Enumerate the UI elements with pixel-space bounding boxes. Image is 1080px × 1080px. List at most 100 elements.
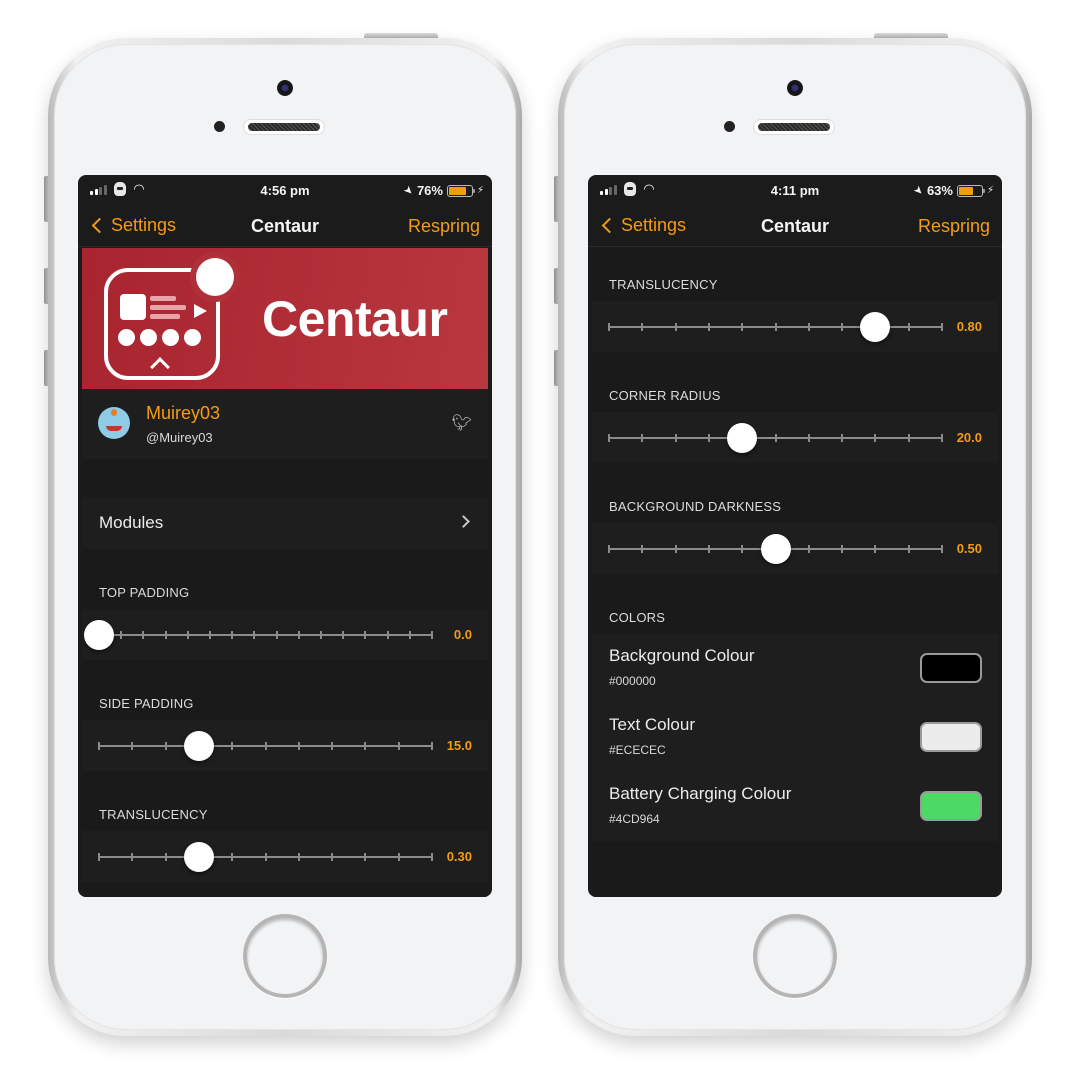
slider-tick	[641, 545, 644, 553]
corner-radius-slider[interactable]	[608, 423, 943, 453]
slider-thumb[interactable]	[183, 731, 214, 761]
banner-title: Centaur	[262, 291, 448, 347]
slider-tick	[264, 853, 267, 861]
slider-tick	[297, 742, 300, 750]
developer-handle: @Muirey03	[146, 430, 213, 445]
top-padding-slider[interactable]	[84, 620, 433, 650]
slider-tick	[209, 631, 211, 639]
status-bar: ◠ 4:56 pm ➤ 76% ⚡	[78, 175, 492, 205]
battery-percent: 63%	[926, 183, 953, 198]
slider-tick	[364, 853, 367, 861]
slider-tick	[774, 434, 777, 442]
respring-button[interactable]: Respring	[918, 216, 990, 237]
settings-list[interactable]: TRANSLUCENCY 0.80 CORNER RADIUS 20.0 BAC…	[592, 248, 998, 897]
location-arrow-icon: ➤	[400, 183, 416, 199]
color-label: Text Colour	[609, 715, 695, 734]
color-hex: #4CD964	[609, 812, 660, 826]
slider-tick	[707, 323, 710, 331]
slider-tick	[320, 631, 322, 639]
front-camera-icon	[277, 80, 293, 96]
slider-value: 0.30	[446, 849, 472, 864]
slider-tick	[608, 545, 610, 553]
color-swatch[interactable]	[920, 791, 982, 821]
section-spacer	[82, 882, 488, 897]
slider-tick	[131, 742, 134, 750]
slider-tick	[874, 545, 877, 553]
twitter-icon: 🐦︎	[451, 415, 472, 432]
slider-tick	[741, 323, 744, 331]
slider-tick	[364, 742, 367, 750]
section-header-colors: COLORS	[592, 574, 998, 634]
slider-tick	[186, 631, 189, 639]
earpiece-speaker	[243, 119, 325, 135]
respring-button[interactable]: Respring	[408, 216, 480, 237]
color-cell-text[interactable]: Text Colour #ECECEC	[592, 703, 998, 772]
slider-tick	[807, 545, 810, 553]
slider-tick	[98, 853, 100, 861]
location-arrow-icon: ➤	[910, 183, 926, 199]
section-header-label: BACKGROUND DARKNESS	[609, 499, 782, 514]
slider-tick	[131, 853, 134, 861]
slider-thumb[interactable]	[727, 423, 758, 453]
slider-cell-translucency: 0.30	[82, 831, 488, 882]
modules-cell[interactable]: Modules	[82, 497, 488, 549]
section-header-corner-radius: CORNER RADIUS	[592, 352, 998, 412]
slider-tick	[142, 631, 145, 639]
battery-icon	[446, 184, 475, 197]
slider-value: 0.80	[956, 319, 982, 334]
slider-tick	[164, 853, 167, 861]
slider-cell-corner-radius: 20.0	[592, 412, 998, 463]
slider-tick	[874, 434, 877, 442]
slider-tick	[386, 631, 389, 639]
developer-name: Muirey03	[146, 403, 221, 423]
slider-tick	[674, 323, 677, 331]
slider-tick	[431, 853, 433, 861]
slider-tick	[120, 631, 123, 639]
slider-value: 0.0	[453, 627, 472, 642]
home-button[interactable]	[753, 914, 837, 998]
translucency-slider[interactable]	[98, 842, 433, 872]
iphone-frame-right: ◠ 4:11 pm ➤ 63% ⚡ Settings Centaur Respr…	[554, 33, 1032, 1036]
slider-tick	[431, 631, 433, 639]
side-padding-slider[interactable]	[98, 731, 433, 761]
developer-profile-cell[interactable]: Muirey03 @Muirey03 🐦︎	[82, 389, 488, 459]
slider-tick	[807, 434, 810, 442]
slider-tick	[98, 742, 100, 750]
slider-tick	[707, 545, 710, 553]
slider-thumb[interactable]	[760, 534, 791, 564]
slider-tick	[941, 545, 943, 553]
settings-list[interactable]: Centaur Muirey03 @Muirey03 🐦︎ Modules TO…	[82, 248, 488, 897]
section-header-top-padding: TOP PADDING	[82, 549, 488, 609]
slider-value: 20.0	[956, 430, 982, 445]
slider-tick	[331, 742, 334, 750]
tweak-banner: Centaur	[82, 248, 488, 389]
translucency-slider[interactable]	[608, 312, 943, 342]
home-button[interactable]	[243, 914, 327, 998]
slider-thumb[interactable]	[860, 312, 891, 342]
slider-tick	[608, 434, 610, 442]
section-header-label: TOP PADDING	[99, 585, 190, 600]
battery-icon	[956, 184, 985, 197]
color-swatch[interactable]	[920, 653, 982, 683]
color-cell-battery-charging[interactable]: Battery Charging Colour #4CD964	[592, 772, 998, 841]
section-header-label: TRANSLUCENCY	[99, 807, 208, 822]
screen: ◠ 4:11 pm ➤ 63% ⚡ Settings Centaur Respr…	[588, 175, 1002, 897]
color-swatch[interactable]	[920, 722, 982, 752]
slider-thumb[interactable]	[183, 842, 214, 872]
slider-cell-top-padding: 0.0	[82, 609, 488, 660]
slider-tick	[674, 434, 677, 442]
section-spacer	[82, 459, 488, 497]
color-cell-background[interactable]: Background Colour #000000	[592, 634, 998, 703]
slider-tick	[364, 631, 367, 639]
section-spacer	[592, 841, 998, 897]
slider-tick	[408, 631, 411, 639]
background-darkness-slider[interactable]	[608, 534, 943, 564]
section-header-label: TRANSLUCENCY	[609, 277, 718, 292]
front-camera-icon	[787, 80, 803, 96]
slider-value: 15.0	[446, 738, 472, 753]
section-header-translucency: TRANSLUCENCY	[82, 771, 488, 831]
slider-tick	[907, 545, 910, 553]
slider-tick	[231, 742, 234, 750]
slider-tick	[674, 545, 677, 553]
slider-thumb[interactable]	[84, 620, 114, 650]
